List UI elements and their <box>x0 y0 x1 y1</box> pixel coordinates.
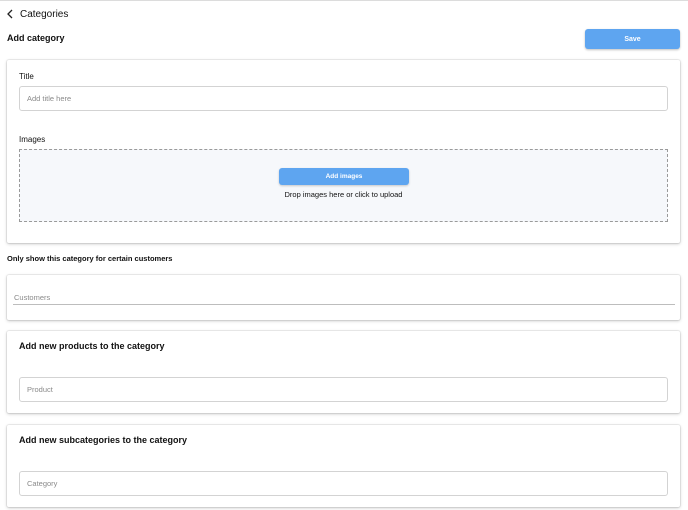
title-input[interactable] <box>19 86 668 111</box>
page-title: Add category <box>7 32 65 44</box>
customers-input[interactable] <box>13 290 675 305</box>
back-link-label: Categories <box>20 9 68 21</box>
title-label: Title <box>19 72 34 82</box>
dropzone-text: Drop images here or click to upload <box>20 190 667 199</box>
image-dropzone[interactable]: Add images Drop images here or click to … <box>19 149 668 222</box>
subcategories-heading: Add new subcategories to the category <box>19 434 187 446</box>
save-button[interactable]: Save <box>585 29 680 49</box>
customers-card <box>7 275 680 320</box>
product-input[interactable] <box>19 377 668 402</box>
add-images-button[interactable]: Add images <box>279 168 409 185</box>
products-heading: Add new products to the category <box>19 340 165 352</box>
category-input[interactable] <box>19 471 668 496</box>
details-card: Title Images Add images Drop images here… <box>7 60 680 243</box>
products-card: Add new products to the category <box>7 331 680 413</box>
chevron-left-icon <box>6 6 14 24</box>
subcategories-card: Add new subcategories to the category <box>7 425 680 507</box>
customers-heading: Only show this category for certain cust… <box>7 254 172 264</box>
top-divider <box>0 0 688 1</box>
back-link[interactable]: Categories <box>6 6 68 24</box>
images-label: Images <box>19 135 45 145</box>
